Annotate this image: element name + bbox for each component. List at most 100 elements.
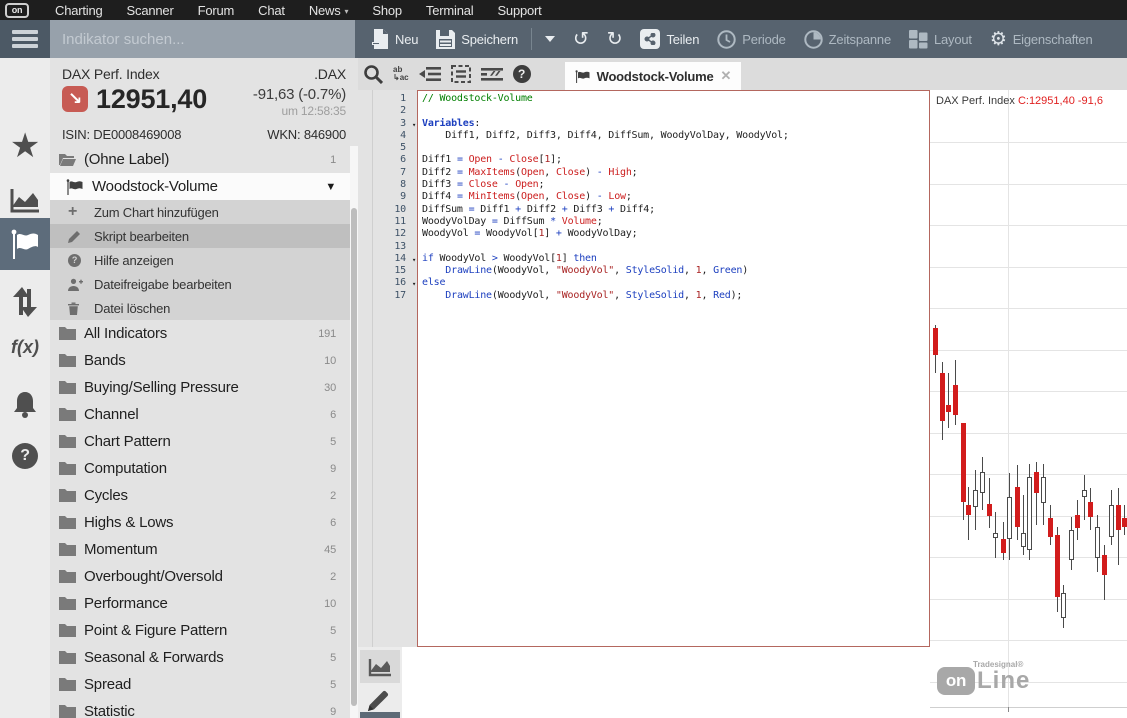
tab-woodstock-volume[interactable]: Woodstock-Volume ✕ [565,62,742,90]
folder-count: 10 [324,598,336,610]
topbar-item-support[interactable]: Support [485,3,553,18]
folder-row[interactable]: Bands10 [50,347,350,374]
menu-item-show-help[interactable]: ? Hilfe anzeigen [50,248,350,272]
folder-row[interactable]: Cycles2 [50,482,350,509]
editor-format-selection-button[interactable] [451,65,471,83]
panel-scrollbar-thumb[interactable] [351,208,357,706]
edit-script-button[interactable] [366,689,390,713]
candle-wick [1084,475,1085,520]
folder-row[interactable]: Spread5 [50,671,350,698]
chart-header: DAX Perf. Index C:12951,40 -91,6 [936,95,1103,107]
editor-replace-button[interactable]: ab↳ac [393,66,409,82]
folder-label: Momentum [84,541,157,558]
alerts-nav-button[interactable] [0,386,50,422]
script-dropdown-caret-icon[interactable]: ▼ [325,181,336,193]
x-axis-tick [1008,707,1009,712]
editor-strip-active-tab[interactable] [360,712,400,718]
panel-scrollbar-track[interactable] [350,146,358,718]
line-number[interactable]: 15 [373,265,417,277]
folder-row[interactable]: Statistic9 [50,698,350,718]
save-dropdown-button[interactable] [538,20,562,58]
line-number[interactable]: 2 [373,105,417,117]
indicator-search-input[interactable] [50,20,355,58]
functions-nav-button[interactable]: f(x) [0,332,50,362]
folder-row[interactable]: Momentum45 [50,536,350,563]
candle-body [1055,535,1060,597]
folder-row[interactable]: Seasonal & Forwards5 [50,644,350,671]
folder-label: (Ohne Label) [84,151,169,168]
code-line: Diff2 = MaxItems(Open, Close) - High; [422,167,929,179]
menu-item-label: Datei löschen [94,301,170,316]
menu-item-edit-sharing[interactable]: Dateifreigabe bearbeiten [50,272,350,296]
folder-label: Performance [84,595,168,612]
area-chart-icon [10,187,40,213]
price-chart[interactable]: DAX Perf. Index C:12951,40 -91,6 Tradesi… [930,90,1127,718]
line-number[interactable]: 5 [373,142,417,154]
topbar-item-terminal[interactable]: Terminal [414,3,486,18]
topbar-item-forum[interactable]: Forum [186,3,247,18]
folder-row[interactable]: Buying/Selling Pressure30 [50,374,350,401]
folder-row[interactable]: All Indicators191 [50,320,350,347]
line-number[interactable]: 16▾ [373,277,417,289]
folder-row[interactable]: Point & Figure Pattern5 [50,617,350,644]
timespan-button[interactable]: Zeitspanne [797,20,898,58]
folder-row[interactable]: Overbought/Oversold2 [50,563,350,590]
editor-indent-button[interactable] [419,66,441,82]
line-number[interactable]: 9 [373,191,417,203]
folder-label: Chart Pattern [84,433,171,450]
line-number[interactable]: 17 [373,290,417,302]
topbar-item-shop[interactable]: Shop [360,3,414,18]
help-nav-button[interactable]: ? [0,440,50,472]
redo-button[interactable]: ↻ [600,20,630,58]
properties-button[interactable]: ⚙ Eigenschaften [983,20,1100,58]
topbar-item-chat[interactable]: Chat [246,3,297,18]
line-number[interactable]: 14▾ [373,253,417,265]
editor-comment-button[interactable] [481,67,503,82]
share-button[interactable]: Teilen [633,20,706,58]
folder-row[interactable]: Channel6 [50,401,350,428]
line-number[interactable]: 8 [373,179,417,191]
folder-row-unlabeled[interactable]: (Ohne Label) 1 [50,146,350,173]
candle-body [993,533,998,538]
topbar-item-charting[interactable]: Charting [43,3,115,18]
undo-button[interactable]: ↺ [566,20,596,58]
import-export-nav-button[interactable] [0,284,50,320]
line-number[interactable]: 1 [373,93,417,105]
hamburger-menu-button[interactable] [0,20,50,58]
topbar-item-scanner[interactable]: Scanner [115,3,186,18]
charts-nav-button[interactable] [0,182,50,218]
line-number[interactable]: 11 [373,216,417,228]
tab-close-icon[interactable]: ✕ [721,68,732,84]
folder-label: Buying/Selling Pressure [84,379,239,396]
chart-view-button[interactable] [360,650,400,683]
line-number[interactable]: 4 [373,130,417,142]
folder-row[interactable]: Performance 10 [50,590,350,617]
save-button[interactable]: Speichern [429,20,525,58]
line-number[interactable]: 6 [373,154,417,166]
menu-item-add-to-chart[interactable]: + Zum Chart hinzufügen [50,200,350,224]
editor-code-area[interactable]: // Woodstock-VolumeVariables: Diff1, Dif… [417,90,930,647]
line-number[interactable]: 3▾ [373,118,417,130]
folder-row[interactable]: Computation9 [50,455,350,482]
indicators-nav-button[interactable] [0,218,50,270]
period-button[interactable]: Periode [710,20,792,58]
line-number[interactable]: 13 [373,241,417,253]
new-button[interactable]: Neu [365,20,425,58]
line-number[interactable]: 12 [373,228,417,240]
topbar-item-news[interactable]: News▾ [297,3,361,18]
brand-logo-icon[interactable]: on [5,3,29,18]
editor-search-button[interactable] [364,65,383,84]
folder-label: All Indicators [84,325,167,342]
folder-row[interactable]: Chart Pattern5 [50,428,350,455]
menu-item-edit-script[interactable]: Skript bearbeiten [50,224,350,248]
layout-button[interactable]: Layout [902,20,979,58]
editor-help-button[interactable]: ? [513,65,531,83]
indent-icon [419,66,441,82]
favorites-nav-button[interactable]: ★ [0,128,50,164]
folder-row[interactable]: Highs & Lows6 [50,509,350,536]
script-row-woodstock-volume[interactable]: Woodstock-Volume ▼ [50,173,350,200]
line-number[interactable]: 7 [373,167,417,179]
topbar-menu: ChartingScannerForumChatNews▾ShopTermina… [43,3,554,18]
line-number[interactable]: 10 [373,204,417,216]
menu-item-delete-file[interactable]: Datei löschen [50,296,350,320]
